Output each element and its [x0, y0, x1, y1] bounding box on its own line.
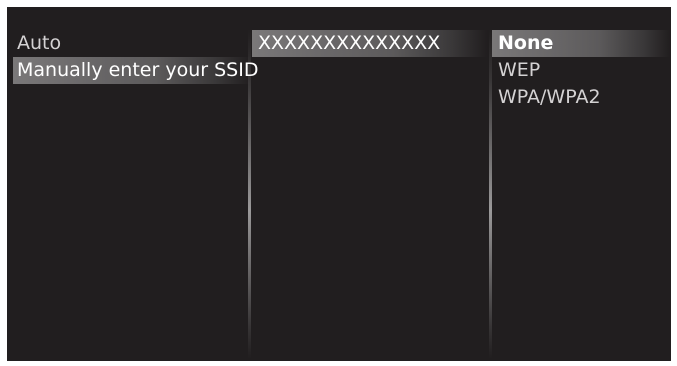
connection-method-list: Auto Manually enter your SSID — [13, 30, 258, 84]
security-type-list: None WEP WPA/WPA2 — [492, 30, 670, 111]
security-option-wpa-wpa2[interactable]: WPA/WPA2 — [492, 84, 670, 111]
ssid-column: XXXXXXXXXXXXXX — [252, 30, 487, 57]
security-option-wep[interactable]: WEP — [492, 57, 670, 84]
menu-item-auto[interactable]: Auto — [13, 30, 251, 57]
ssid-field[interactable]: XXXXXXXXXXXXXX — [252, 30, 487, 57]
column-divider-left — [248, 29, 251, 359]
security-option-none[interactable]: None — [492, 30, 670, 57]
network-setup-screen: Auto Manually enter your SSID XXXXXXXXXX… — [7, 7, 671, 361]
menu-item-manual-ssid[interactable]: Manually enter your SSID — [13, 57, 258, 84]
